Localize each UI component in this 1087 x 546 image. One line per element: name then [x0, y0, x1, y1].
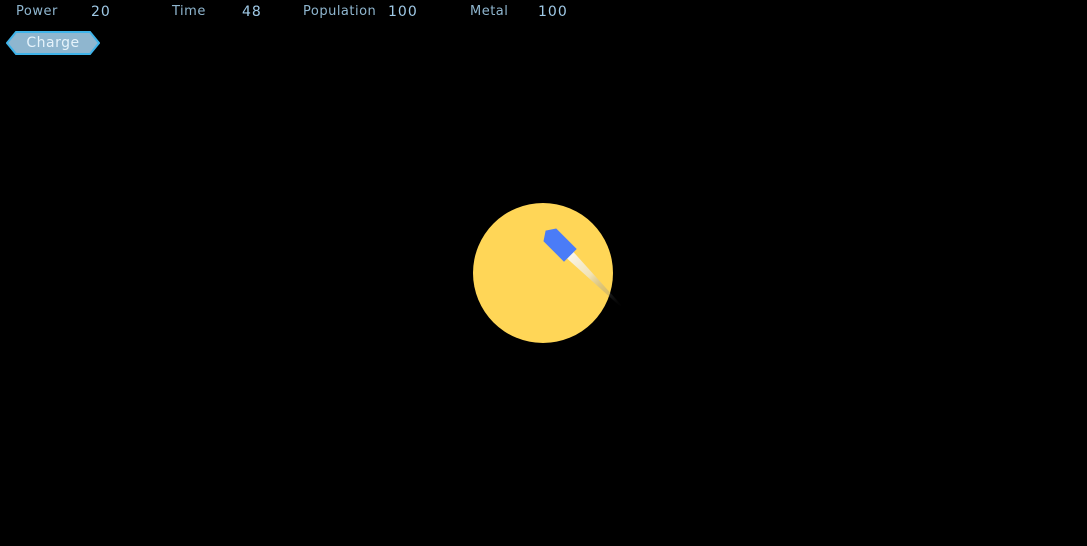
game-canvas[interactable] [0, 0, 1087, 546]
